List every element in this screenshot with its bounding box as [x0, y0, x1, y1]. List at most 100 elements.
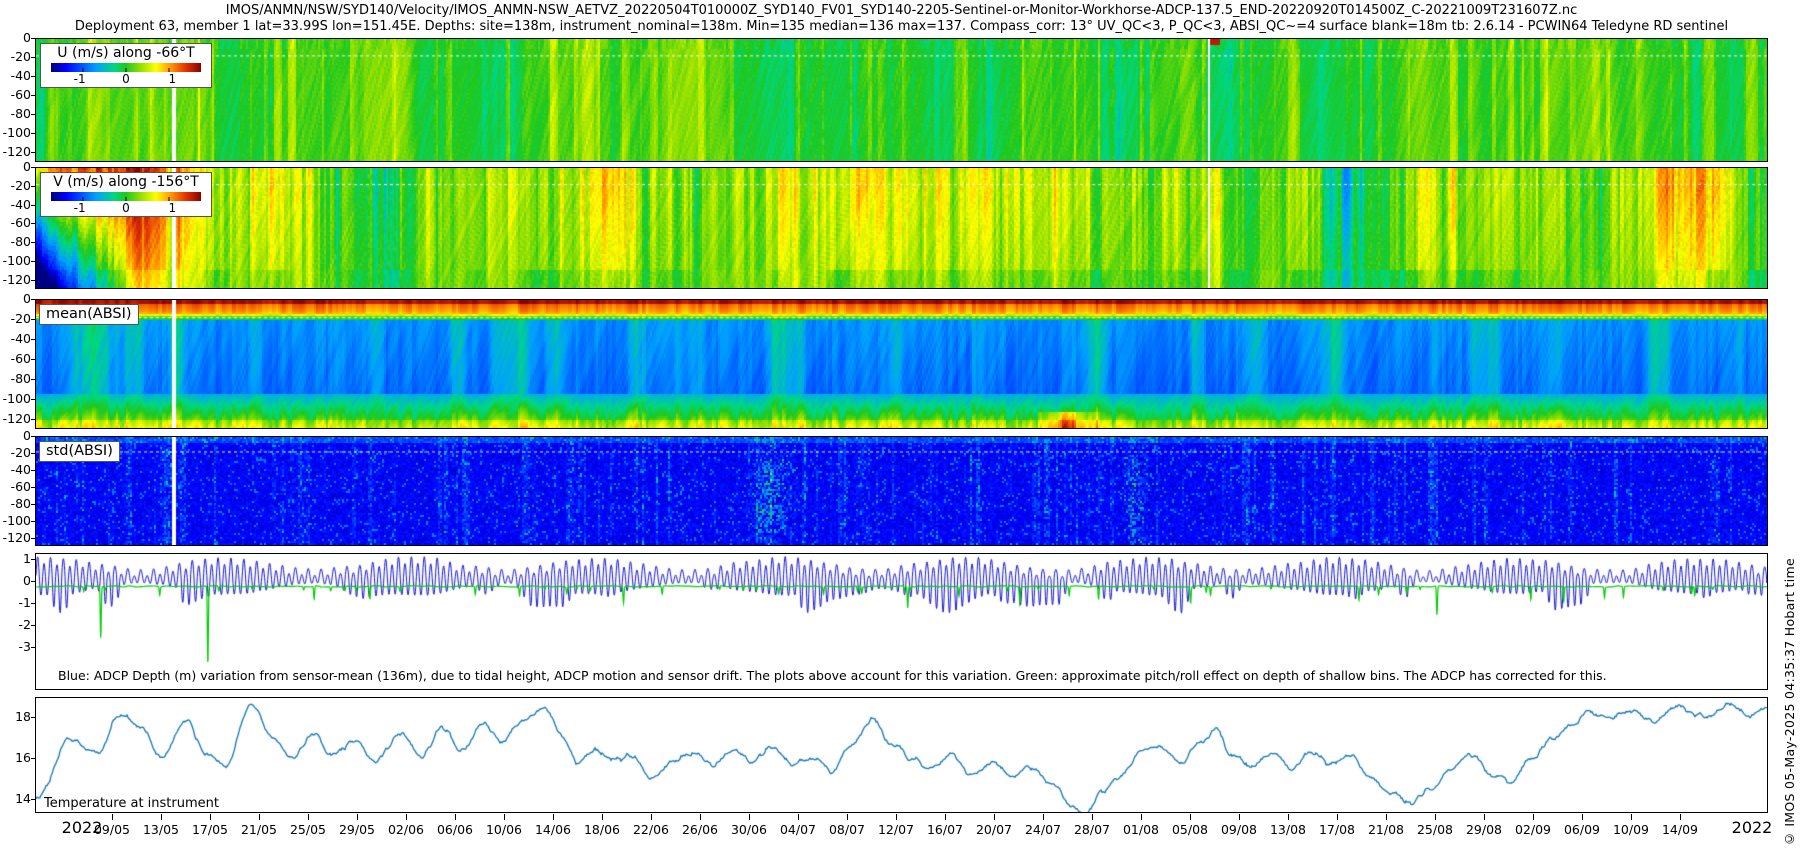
- y-tick-label: -100: [0, 513, 31, 528]
- x-tick-mark: [1435, 814, 1436, 820]
- colorbar-v-gradient: [51, 192, 201, 201]
- y-tick-mark: [31, 436, 35, 437]
- x-tick-label: 26/06: [676, 822, 724, 837]
- x-tick-label: 25/05: [284, 822, 332, 837]
- y-tick-label: -20: [0, 178, 31, 193]
- figure-subtitle: Deployment 63, member 1 lat=33.99S lon=1…: [35, 19, 1768, 34]
- colorbar-tick-label: 0: [122, 72, 130, 86]
- y-tick-label: -100: [0, 253, 31, 268]
- x-tick-mark: [847, 814, 848, 820]
- panel-depth-variation: Blue: ADCP Depth (m) variation from sens…: [35, 553, 1768, 690]
- x-tick-label: 13/05: [137, 822, 185, 837]
- y-tick-label: -80: [0, 106, 31, 121]
- x-tick-mark: [357, 814, 358, 820]
- y-tick-label: 0: [0, 428, 31, 443]
- y-tick-mark: [31, 57, 35, 58]
- panel-mean-absi: mean(ABSI): [35, 299, 1768, 429]
- x-tick-mark: [1288, 814, 1289, 820]
- y-tick-mark: [31, 399, 35, 400]
- x-tick-mark: [1239, 814, 1240, 820]
- y-tick-mark: [31, 581, 35, 582]
- y-tick-mark: [31, 205, 35, 206]
- x-tick-label: 02/09: [1509, 822, 1557, 837]
- y-tick-label: -120: [0, 411, 31, 426]
- label-std-absi: std(ABSI): [39, 441, 120, 462]
- y-tick-label: -100: [0, 391, 31, 406]
- colorbar-tick-label: -1: [74, 72, 86, 86]
- x-tick-mark: [259, 814, 260, 820]
- x-tick-mark: [1680, 814, 1681, 820]
- x-tick-mark: [1631, 814, 1632, 820]
- colorbar-u-labels: -1 0 1: [45, 72, 207, 86]
- x-tick-mark: [1533, 814, 1534, 820]
- v-velocity-heatmap-canvas: [36, 168, 1767, 288]
- y-tick-label: -80: [0, 371, 31, 386]
- y-tick-mark: [31, 521, 35, 522]
- y-tick-mark: [31, 38, 35, 39]
- y-tick-mark: [31, 167, 35, 168]
- legend-v-title: V (m/s) along -156°T: [45, 174, 207, 191]
- x-tick-label: 04/07: [774, 822, 822, 837]
- y-tick-label: -60: [0, 87, 31, 102]
- x-tick-label: 12/07: [872, 822, 920, 837]
- x-tick-label: 30/06: [725, 822, 773, 837]
- x-tick-mark: [1386, 814, 1387, 820]
- x-tick-label: 09/08: [1215, 822, 1263, 837]
- depth-variation-annotation: Blue: ADCP Depth (m) variation from sens…: [58, 668, 1607, 683]
- x-tick-mark: [112, 814, 113, 820]
- y-tick-label: -80: [0, 234, 31, 249]
- xaxis-year-right: 2022: [1727, 818, 1777, 837]
- y-tick-label: -60: [0, 351, 31, 366]
- y-tick-mark: [31, 261, 35, 262]
- y-tick-mark: [31, 76, 35, 77]
- y-tick-label: -2: [0, 617, 31, 632]
- x-tick-mark: [1043, 814, 1044, 820]
- x-tick-label: 25/08: [1411, 822, 1459, 837]
- x-tick-label: 16/07: [921, 822, 969, 837]
- watermark-imos: © IMOS 05-May-2025 04:35:37 Hobart time: [1782, 558, 1797, 846]
- y-tick-mark: [31, 504, 35, 505]
- y-tick-label: -120: [0, 272, 31, 287]
- x-tick-label: 14/06: [529, 822, 577, 837]
- x-tick-label: 06/06: [431, 822, 479, 837]
- x-tick-label: 14/09: [1656, 822, 1704, 837]
- x-tick-label: 09/05: [88, 822, 136, 837]
- y-tick-label: -40: [0, 462, 31, 477]
- y-tick-mark: [31, 487, 35, 488]
- y-tick-label: 18: [0, 709, 31, 724]
- x-tick-label: 02/06: [382, 822, 430, 837]
- x-tick-mark: [1582, 814, 1583, 820]
- figure-title: IMOS/ANMN/NSW/SYD140/Velocity/IMOS_ANMN-…: [35, 3, 1768, 18]
- x-tick-mark: [504, 814, 505, 820]
- y-tick-mark: [31, 625, 35, 626]
- x-tick-mark: [1337, 814, 1338, 820]
- y-tick-label: 0: [0, 291, 31, 306]
- x-tick-label: 24/07: [1019, 822, 1067, 837]
- y-tick-mark: [31, 223, 35, 224]
- y-tick-label: 16: [0, 750, 31, 765]
- temperature-line-canvas: [36, 698, 1767, 812]
- x-tick-mark: [210, 814, 211, 820]
- y-tick-mark: [31, 799, 35, 800]
- x-tick-mark: [602, 814, 603, 820]
- y-tick-label: 1: [0, 551, 31, 566]
- y-tick-label: -80: [0, 496, 31, 511]
- x-tick-label: 01/08: [1117, 822, 1165, 837]
- y-tick-label: -1: [0, 595, 31, 610]
- y-tick-label: 0: [0, 30, 31, 45]
- x-tick-mark: [749, 814, 750, 820]
- u-velocity-heatmap-canvas: [36, 39, 1767, 161]
- mean-absi-heatmap-canvas: [36, 300, 1767, 428]
- adcp-overview-figure: IMOS/ANMN/NSW/SYD140/Velocity/IMOS_ANMN-…: [0, 0, 1800, 850]
- y-tick-mark: [31, 603, 35, 604]
- x-tick-mark: [1092, 814, 1093, 820]
- x-tick-mark: [1484, 814, 1485, 820]
- x-tick-mark: [651, 814, 652, 820]
- x-tick-label: 05/08: [1166, 822, 1214, 837]
- x-tick-mark: [798, 814, 799, 820]
- y-tick-label: -40: [0, 197, 31, 212]
- std-absi-heatmap-canvas: [36, 437, 1767, 545]
- x-tick-label: 18/06: [578, 822, 626, 837]
- x-tick-mark: [1190, 814, 1191, 820]
- x-tick-label: 28/07: [1068, 822, 1116, 837]
